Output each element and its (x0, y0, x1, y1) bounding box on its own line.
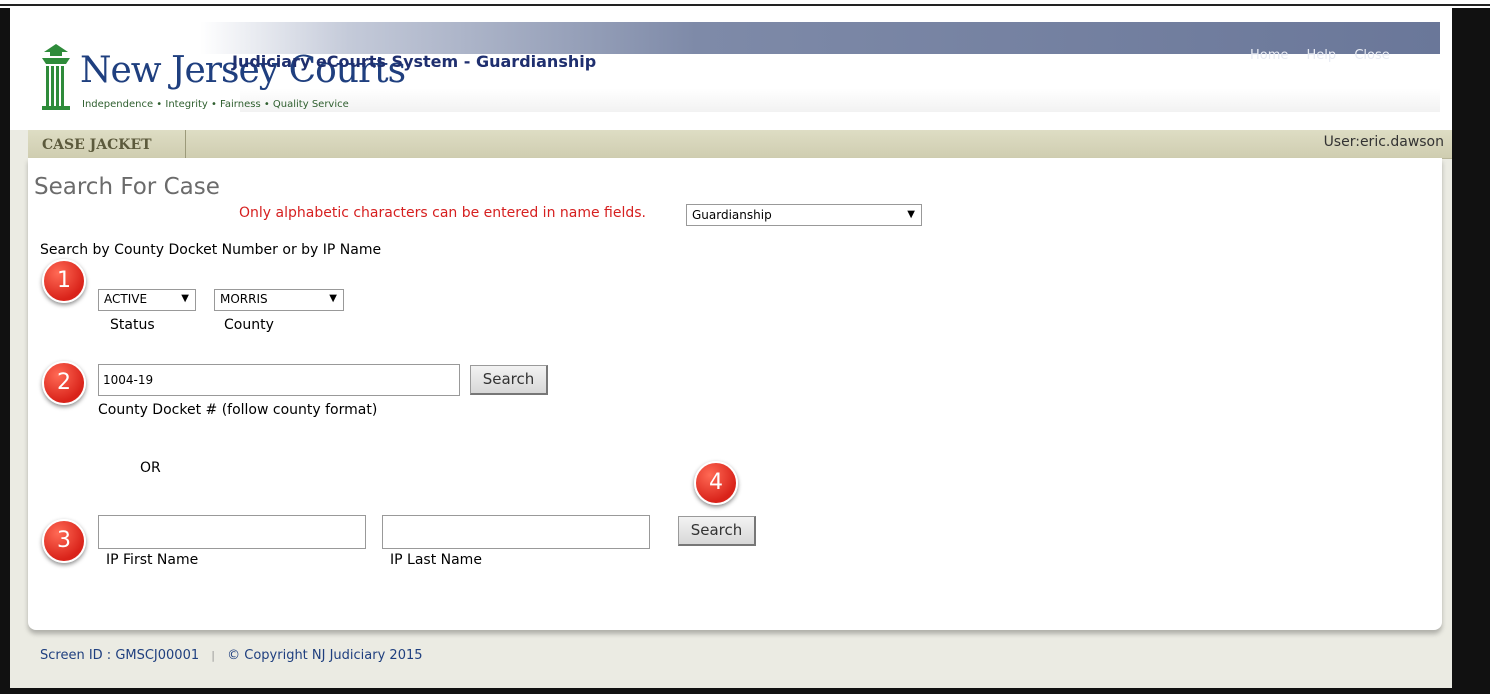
close-link[interactable]: Close (1354, 48, 1389, 63)
ip-last-name-input[interactable] (382, 515, 650, 549)
user-label: User:eric.dawson (1323, 134, 1444, 150)
nj-courts-logo-icon (42, 44, 70, 110)
status-select[interactable]: ACTIVE ▼ (98, 289, 196, 311)
status-value: ACTIVE (104, 292, 148, 306)
footer-separator: | (211, 649, 215, 662)
dropdown-arrow-icon: ▼ (329, 293, 337, 304)
county-select[interactable]: MORRIS ▼ (214, 289, 344, 311)
step-marker-3: 3 (42, 519, 86, 563)
logo-tagline: Independence • Integrity • Fairness • Qu… (82, 99, 349, 110)
frame-left (0, 8, 10, 694)
ip-first-name-input[interactable] (98, 515, 366, 549)
home-link[interactable]: Home (1250, 48, 1288, 63)
dropdown-arrow-icon: ▼ (907, 209, 915, 220)
step-marker-2: 2 (42, 361, 86, 405)
page: New Jersey Courts Independence • Integri… (10, 8, 1452, 688)
ip-first-name-label: IP First Name (106, 552, 199, 568)
warning-message: Only alphabetic characters can be entere… (239, 205, 646, 221)
system-title: Judiciary eCourts System - Guardianship (232, 52, 597, 71)
search-panel: Search For Case Only alphabetic characte… (28, 158, 1442, 630)
case-type-value: Guardianship (692, 208, 772, 222)
top-links: Home Help Close (1250, 48, 1404, 63)
name-search-button[interactable]: Search (678, 516, 756, 546)
docket-label: County Docket # (follow county format) (98, 402, 378, 418)
footer: Screen ID : GMSCJ00001 | © Copyright NJ … (40, 648, 423, 663)
frame-bottom (0, 688, 1490, 694)
frame-right (1452, 8, 1490, 694)
screen-id: Screen ID : GMSCJ00001 (40, 648, 200, 663)
docket-search-button[interactable]: Search (470, 365, 548, 395)
ip-last-name-label: IP Last Name (390, 552, 482, 568)
header: New Jersey Courts Independence • Integri… (10, 8, 1452, 130)
window-top-edge (0, 0, 1490, 6)
case-type-select[interactable]: Guardianship ▼ (686, 204, 922, 226)
docket-number-input[interactable]: 1004-19 (98, 364, 460, 396)
help-link[interactable]: Help (1307, 48, 1337, 63)
county-label: County (224, 317, 274, 333)
or-label: OR (140, 460, 161, 476)
copyright: © Copyright NJ Judiciary 2015 (227, 648, 423, 663)
search-instructions: Search by County Docket Number or by IP … (40, 242, 382, 258)
page-title: Search For Case (34, 174, 220, 200)
step-marker-1: 1 (42, 259, 86, 303)
step-marker-4: 4 (694, 461, 738, 505)
county-value: MORRIS (220, 292, 268, 306)
dropdown-arrow-icon: ▼ (181, 293, 189, 304)
nav-bar: CASE JACKET User:eric.dawson (28, 130, 1452, 159)
tab-case-jacket[interactable]: CASE JACKET (28, 130, 186, 158)
status-label: Status (110, 317, 155, 333)
